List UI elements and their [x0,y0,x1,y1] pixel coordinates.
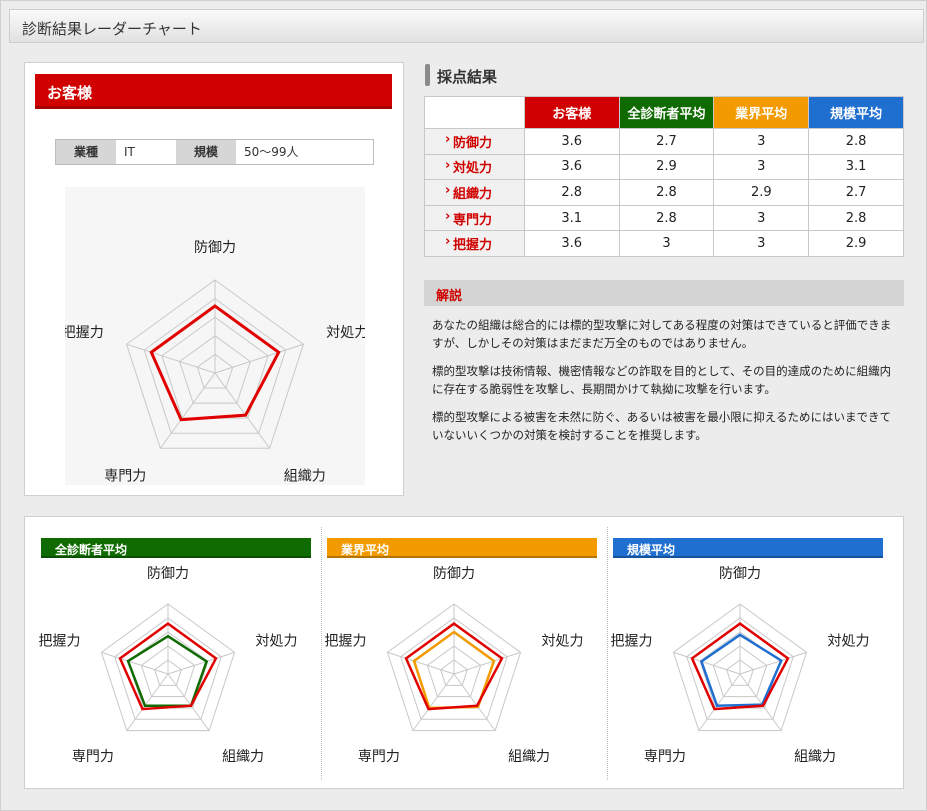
score-cell: 3.1 [808,153,904,181]
radar-axis-label: 組織力 [222,749,264,765]
customer-info-table: 業種 IT 規模 50〜99人 [55,139,374,165]
radar-axis-label: 対処力 [827,634,869,650]
comparison-panel: 全診断者平均 防御力対処力組織力 専門力 把握力 業界平均 防御力対処力組織力 専門力… [24,516,904,789]
page-title: 診断結果レーダーチャート [22,20,202,38]
score-cell: 3.1 [523,204,620,232]
comparison-all-average: 全診断者平均 防御力対処力組織力 専門力 把握力 [25,517,311,790]
customer-radar-chart: 防御力対処力組織力 専門力 把握力 [65,240,365,484]
score-table-header-row: お客様 全診断者平均 業界平均 規模平均 [424,96,904,129]
radar-axis-label: 組織力 [794,749,836,765]
explanation-paragraph: 標的型攻撃は技術情報、機密情報などの詐取を目的として、その目的達成のために組織内… [432,364,892,396]
radar-axis-label: 専門力 [358,749,400,765]
radar-axis-label: 組織力 [508,749,550,765]
comparison-header: 規模平均 [613,538,883,558]
radar-axis-label: 専門力 [644,749,686,765]
radar-axis-label: 組織力 [284,468,326,484]
score-heading-label: 採点結果 [437,68,498,86]
score-row-label[interactable]: 組織力 [424,179,525,206]
score-cell: 2.8 [618,204,715,232]
comparison-title: 業界平均 [341,543,390,557]
score-cell: 3 [618,230,715,257]
heading-bar [425,64,430,86]
score-cell: 2.8 [523,179,620,206]
score-row: 防御力3.62.732.8 [424,128,904,155]
score-row: 対処力3.62.933.1 [424,153,904,181]
score-cell: 3 [713,204,810,232]
radar-spoke [126,343,216,374]
radar-axis-label: 専門力 [72,749,114,765]
comparison-radar-chart: 防御力対処力組織力 専門力 把握力 [39,566,298,765]
customer-panel: お客様 業種 IT 規模 50〜99人 防御力対処力組織力 専門力 把握力 [24,62,404,496]
score-cell: 2.7 [808,179,904,206]
score-cell: 2.9 [713,179,810,206]
score-row-label[interactable]: 専門力 [424,204,525,232]
score-cell: 2.8 [618,179,715,206]
comparison-header: 全診断者平均 [41,538,311,558]
score-cell: 2.8 [808,204,904,232]
explanation-header: 解説 [424,280,904,306]
score-col-scale-average: 規模平均 [808,96,904,129]
score-cell: 2.9 [618,153,715,181]
radar-axis-label: 防御力 [194,240,236,256]
comparison-title: 規模平均 [627,543,676,557]
score-row: 把握力3.6332.9 [424,230,904,257]
radar-axis-label: 把握力 [65,325,104,341]
comparison-header: 業界平均 [327,538,597,558]
score-row: 専門力3.12.832.8 [424,204,904,232]
customer-radar-chart-area: 防御力対処力組織力 専門力 把握力 [65,187,365,485]
score-cell: 3 [713,230,810,257]
score-cell: 3.6 [523,230,620,257]
score-cell: 2.8 [808,128,904,155]
explanation-paragraph: 標的型攻撃による被害を未然に防ぐ、あるいは被害を最小限に抑えるためにはいまできて… [432,410,891,442]
industry-label: 業種 [56,140,116,164]
score-cell: 3.6 [523,153,620,181]
explanation-paragraph: あなたの組織は総合的には標的型攻撃に対してある程度の対策はできていると評価できま… [432,318,892,350]
customer-header-title: お客様 [47,84,93,102]
score-row: 組織力2.82.82.92.7 [424,179,904,206]
score-col-customer: お客様 [523,96,620,129]
radar-axis-label: 把握力 [611,634,653,650]
comparison-industry-average: 業界平均 防御力対処力組織力 専門力 把握力 [311,517,597,790]
radar-axis-label: 対処力 [541,634,583,650]
comparison-radar-chart: 防御力対処力組織力 専門力 把握力 [325,566,584,765]
radar-axis-label: 専門力 [104,468,146,484]
score-cell: 2.7 [618,128,715,155]
comparison-title: 全診断者平均 [55,543,128,557]
score-row-label[interactable]: 防御力 [424,128,525,155]
industry-value: IT [116,140,176,164]
score-cell: 3 [713,153,810,181]
radar-axis-label: 防御力 [433,566,475,582]
score-col-all-average: 全診断者平均 [618,96,715,129]
score-row-label[interactable]: 把握力 [424,230,525,257]
score-row-label[interactable]: 対処力 [424,153,525,181]
scale-label: 規模 [176,140,236,164]
radar-axis-label: 把握力 [325,634,367,650]
comparison-radar-chart: 防御力対処力組織力 専門力 把握力 [611,566,870,765]
radar-spoke [214,343,304,374]
score-cell: 3 [713,128,810,155]
radar-axis-label: 把握力 [39,634,81,650]
scale-value: 50〜99人 [236,140,373,164]
explanation-heading: 解説 [436,289,463,304]
score-cell: 3.6 [523,128,620,155]
radar-axis-label: 防御力 [719,566,761,582]
title-bar: 診断結果レーダーチャート [9,9,924,43]
score-col-industry-average: 業界平均 [713,96,810,129]
radar-axis-label: 対処力 [326,325,365,341]
customer-header: お客様 [35,74,392,109]
score-table: お客様 全診断者平均 業界平均 規模平均 防御力3.62.732.8対処力3.6… [424,96,904,257]
explanation-body: あなたの組織は総合的には標的型攻撃に対してある程度の対策はできていると評価できま… [432,316,897,454]
score-cell: 2.9 [808,230,904,257]
score-table-corner [424,96,525,129]
radar-spoke [159,372,216,449]
radar-axis-label: 対処力 [255,634,297,650]
radar-axis-label: 防御力 [147,566,189,582]
comparison-scale-average: 規模平均 防御力対処力組織力 専門力 把握力 [597,517,883,790]
